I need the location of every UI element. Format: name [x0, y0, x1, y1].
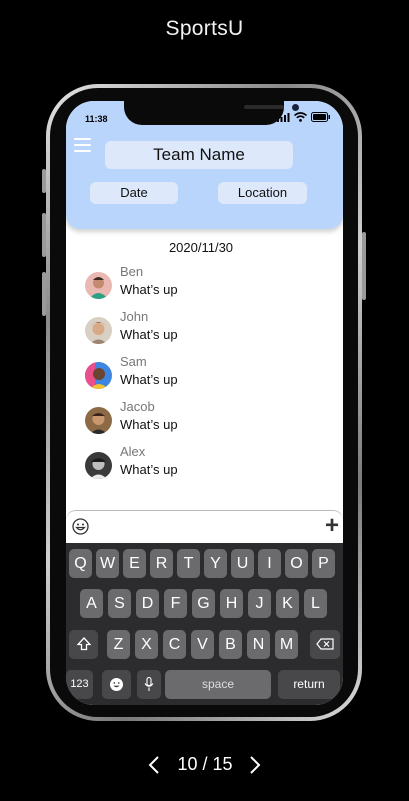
key-b[interactable]: B [219, 630, 242, 659]
key-s[interactable]: S [108, 589, 131, 618]
key-c[interactable]: C [163, 630, 186, 659]
key-u[interactable]: U [231, 549, 254, 578]
key-r[interactable]: R [150, 549, 173, 578]
shift-key[interactable] [69, 630, 98, 659]
message-item[interactable]: Sam What’s up [85, 354, 325, 392]
sender-name: John [120, 309, 149, 324]
page-separator: / [202, 754, 208, 774]
total-pages: 15 [212, 754, 233, 774]
avatar [85, 272, 112, 299]
key-z[interactable]: Z [107, 630, 130, 659]
key-v[interactable]: V [191, 630, 214, 659]
key-a[interactable]: A [80, 589, 103, 618]
key-d[interactable]: D [136, 589, 159, 618]
key-i[interactable]: I [258, 549, 281, 578]
emoji-key[interactable] [102, 670, 131, 699]
key-y[interactable]: Y [204, 549, 227, 578]
add-attachment-button[interactable]: + [325, 514, 339, 538]
key-h[interactable]: H [220, 589, 243, 618]
key-q[interactable]: Q [69, 549, 92, 578]
sender-name: Ben [120, 264, 144, 279]
space-key[interactable]: space [165, 670, 271, 699]
avatar [85, 407, 112, 434]
keyboard: Q W E R T Y U I O P A S D F G H J K L Z … [66, 543, 343, 705]
power-button [362, 232, 366, 300]
message-text: What’s up [120, 462, 178, 477]
message-item[interactable]: Jacob What’s up [85, 399, 325, 437]
previous-arrow-icon[interactable] [147, 755, 161, 775]
emoji-keyboard-icon [110, 678, 123, 691]
chat-date: 2020/11/30 [168, 240, 234, 255]
location-button[interactable]: Location [218, 182, 307, 204]
status-icons [277, 112, 331, 122]
numbers-key[interactable]: 123 [66, 670, 93, 699]
shift-icon [76, 637, 91, 651]
key-g[interactable]: G [192, 589, 215, 618]
date-button[interactable]: Date [90, 182, 178, 204]
key-k[interactable]: K [276, 589, 299, 618]
message-text: What’s up [120, 327, 178, 342]
backspace-key[interactable] [310, 630, 340, 659]
message-item[interactable]: John What’s up [85, 309, 325, 347]
volume-up-button [42, 213, 46, 257]
next-arrow-icon[interactable] [248, 755, 262, 775]
message-item[interactable]: Ben What’s up [85, 264, 325, 302]
notch [124, 101, 299, 125]
sender-name: Alex [120, 444, 146, 459]
key-o[interactable]: O [285, 549, 308, 578]
volume-down-button [42, 272, 46, 316]
emoji-icon[interactable] [72, 518, 89, 535]
status-time: 11:38 [85, 114, 108, 124]
sender-name: Jacob [120, 399, 155, 414]
message-text: What’s up [120, 282, 178, 297]
key-e[interactable]: E [123, 549, 146, 578]
avatar [85, 317, 112, 344]
message-text: What’s up [120, 372, 178, 387]
key-j[interactable]: J [248, 589, 271, 618]
key-f[interactable]: F [164, 589, 187, 618]
sender-name: Sam [120, 354, 147, 369]
key-m[interactable]: M [275, 630, 298, 659]
backspace-icon [316, 638, 334, 650]
page-indicator: 10 / 15 [170, 754, 240, 775]
message-text: What’s up [120, 417, 178, 432]
mute-switch [42, 169, 46, 193]
key-l[interactable]: L [304, 589, 327, 618]
battery-icon [311, 112, 330, 122]
app-title: SportsU [165, 17, 244, 40]
microphone-key[interactable] [137, 670, 161, 699]
message-item[interactable]: Alex What’s up [85, 444, 325, 482]
wifi-icon [294, 112, 307, 122]
hamburger-menu-icon[interactable] [74, 138, 91, 152]
message-input-bar[interactable]: + [66, 510, 343, 543]
return-key[interactable]: return [278, 670, 340, 699]
team-name-field[interactable]: Team Name [105, 141, 293, 169]
phone-screen: 11:38 Team Name Date Location 2020/11/30… [66, 101, 343, 705]
avatar [85, 362, 112, 389]
avatar [85, 452, 112, 479]
key-w[interactable]: W [96, 549, 119, 578]
key-p[interactable]: P [312, 549, 335, 578]
key-n[interactable]: N [247, 630, 270, 659]
microphone-icon [144, 676, 154, 691]
current-page: 10 [177, 754, 198, 774]
key-t[interactable]: T [177, 549, 200, 578]
key-x[interactable]: X [135, 630, 158, 659]
